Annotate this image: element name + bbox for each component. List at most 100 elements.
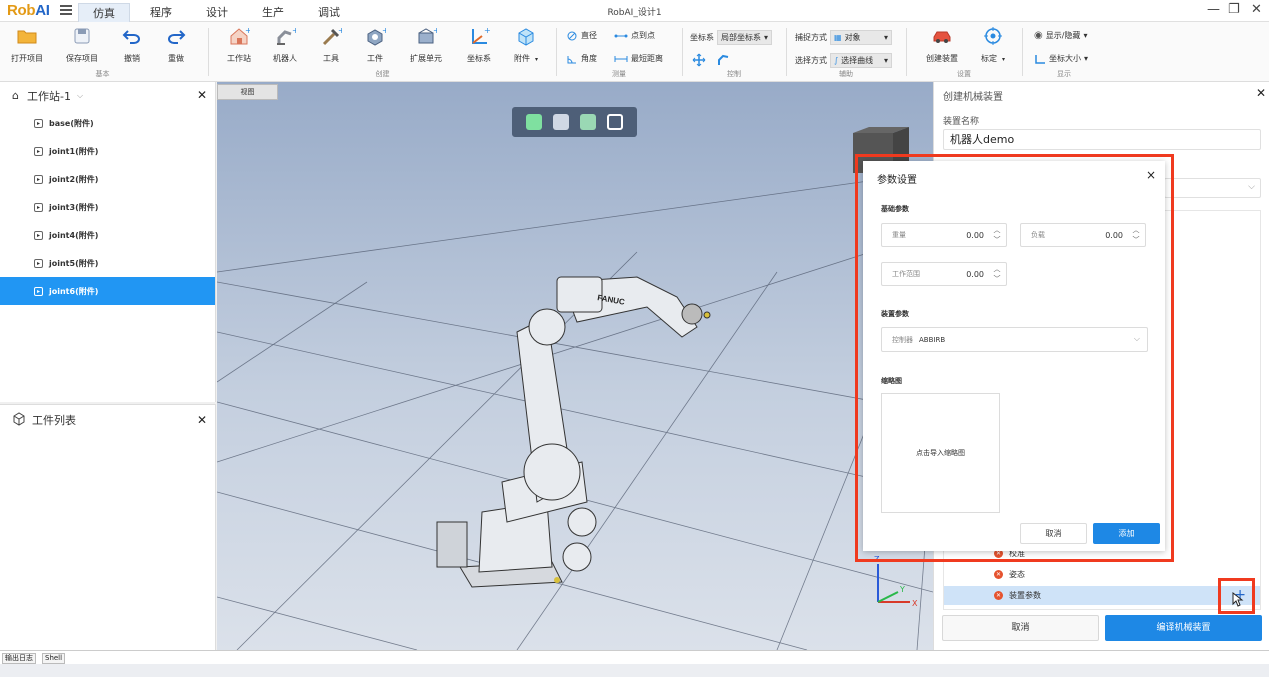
expand-box-icon[interactable]: ▸ [34, 230, 43, 240]
3d-viewport[interactable]: 视图 FANUC Z X Y [217, 82, 933, 650]
ribbon-divider [906, 28, 907, 76]
mouse-cursor-icon [1232, 592, 1244, 607]
tree-header[interactable]: ⌂ 工作站-1 ⌵ ✕ [0, 82, 215, 109]
device-type-select[interactable]: ⌵ [1164, 178, 1261, 198]
stepper-arrows-icon[interactable]: ︿ ﹀ [991, 225, 1003, 245]
coord-size-button[interactable]: 坐标大小 ▾ [1034, 53, 1088, 64]
svg-text:+: + [338, 26, 342, 35]
tree-item[interactable]: ▸ joint5(附件) [0, 249, 215, 277]
svg-text:X: X [912, 599, 918, 608]
folder-icon [16, 25, 38, 47]
create-device-button[interactable]: 创建装置 [922, 25, 962, 64]
chevron-down-icon: ▾ [764, 33, 769, 42]
extension-unit-button[interactable]: + 扩展单元 [404, 25, 448, 64]
attachment-button[interactable]: 附件 ▾ [506, 25, 546, 64]
title-bar: RobAI 仿真 程序 设计 生产 调试 RobAI_设计1 — ❐ ✕ [0, 0, 1269, 22]
work-range-field[interactable]: 工作范围 0.00 ︿ ﹀ [881, 262, 1007, 286]
measure-min-distance-button[interactable]: 最短距离 [614, 53, 663, 64]
workpiece-button[interactable]: + 工件 [360, 25, 390, 64]
panel-title: 创建机械装置 [943, 92, 1003, 103]
tree-item[interactable]: ▸ joint1(附件) [0, 137, 215, 165]
curve-icon: ∫ [834, 56, 839, 65]
chevron-down-icon[interactable]: ▾ [1002, 56, 1005, 63]
expand-box-icon[interactable]: ▸ [34, 258, 43, 268]
device-name-label: 装置名称 [943, 117, 980, 127]
expand-box-icon[interactable]: ▸ [34, 118, 43, 128]
coordinate-icon: + [468, 25, 490, 47]
compile-mechanism-button[interactable]: 编译机械装置 [1105, 615, 1262, 641]
measure-point-to-point-button[interactable]: 点到点 [614, 30, 655, 41]
chevron-down-icon[interactable]: ▾ [535, 56, 538, 63]
tree-item[interactable]: ▸ joint2(附件) [0, 165, 215, 193]
expand-box-icon[interactable]: ▸ [34, 146, 43, 156]
cube-icon [12, 411, 26, 429]
expand-box-icon[interactable]: ▸ [34, 174, 43, 184]
redo-icon [165, 25, 187, 47]
expand-box-icon[interactable]: ▸ [34, 286, 43, 296]
redo-button[interactable]: 重做 [162, 25, 190, 64]
open-project-button[interactable]: 打开项目 [8, 25, 46, 64]
device-name-input[interactable]: 机器人demo [943, 129, 1261, 150]
ribbon-toolbar: 打开项目 保存项目 撤销 重做 基本 + 工作站 + 机器人 + 工具 + 工件… [0, 22, 1269, 82]
load-field[interactable]: 负载 0.00 ︿ ﹀ [1020, 223, 1146, 247]
tree-item[interactable]: ▸ base(附件) [0, 109, 215, 137]
tree-item[interactable]: ▸ joint6(附件) [0, 277, 215, 305]
robot-jog-icon [718, 54, 729, 65]
bottom-tab-bar: 输出日志 Shell [0, 650, 1269, 664]
thumbnail-import-area[interactable]: 点击导入缩略图 [881, 393, 1000, 513]
tab-output-log[interactable]: 输出日志 [2, 653, 36, 664]
axis-gizmo: Z X Y [874, 555, 918, 608]
coordinate-system-button[interactable]: + 坐标系 [462, 25, 496, 64]
ribbon-divider [556, 28, 557, 76]
controller-select[interactable]: 控制器 ABBIRB ⌵ [881, 327, 1148, 352]
group-label-settings: 设置 [957, 70, 971, 78]
undo-button[interactable]: 撤销 [118, 25, 146, 64]
workstation-tree-panel: ⌂ 工作站-1 ⌵ ✕ ▸ base(附件) ▸ joint1(附件) ▸ joint2(… [0, 82, 216, 402]
close-icon[interactable]: ✕ [197, 413, 207, 427]
tree-item[interactable]: ▸ joint4(附件) [0, 221, 215, 249]
close-window-button[interactable]: ✕ [1251, 2, 1262, 17]
coordinate-system-select[interactable]: 坐标系 局部坐标系 ▾ [690, 30, 773, 45]
robot-model[interactable]: FANUC [217, 82, 933, 650]
capture-mode-select[interactable]: 捕捉方式 ▦ 对象 ▾ [795, 30, 892, 45]
chevron-down-icon[interactable]: ⌵ [77, 91, 83, 101]
list-item-device-params[interactable]: ✕ 装置参数 + [944, 586, 1260, 605]
show-hide-button[interactable]: ◉ 显示/隐藏 ▾ [1034, 30, 1087, 41]
minimize-button[interactable]: — [1207, 2, 1220, 17]
remove-icon[interactable]: ✕ [994, 570, 1003, 579]
stepper-arrows-icon[interactable]: ︿ ﹀ [991, 264, 1003, 284]
parameter-settings-dialog: 参数设置 × 基础参数 重量 0.00 ︿ ﹀ 负载 0.00 ︿ ﹀ 工作范围 0.00… [863, 161, 1165, 551]
save-project-button[interactable]: 保存项目 [64, 25, 100, 64]
tab-shell[interactable]: Shell [42, 653, 66, 664]
dialog-cancel-button[interactable]: 取消 [1020, 523, 1087, 544]
close-icon[interactable]: × [1146, 168, 1156, 182]
measure-angle-button[interactable]: 角度 [566, 53, 597, 64]
dialog-add-button[interactable]: 添加 [1093, 523, 1160, 544]
close-icon[interactable]: ✕ [1256, 86, 1266, 100]
weight-field[interactable]: 重量 0.00 ︿ ﹀ [881, 223, 1007, 247]
workstation-button[interactable]: + 工作站 [222, 25, 256, 64]
robot-button[interactable]: + 机器人 [268, 25, 302, 64]
window-title: RobAI_设计1 [607, 8, 662, 18]
remove-icon[interactable]: ✕ [994, 591, 1003, 600]
calibrate-button[interactable]: 标定 ▾ [976, 25, 1010, 64]
tool-button[interactable]: + 工具 [316, 25, 346, 64]
group-label-control: 控制 [727, 70, 741, 78]
svg-text:+: + [433, 26, 437, 35]
list-item-pose[interactable]: ✕ 姿态 [944, 565, 1260, 584]
robot-icon: + [274, 25, 296, 47]
move-control-button[interactable] [692, 53, 706, 67]
grid-icon: ▦ [834, 33, 842, 42]
measure-diameter-button[interactable]: 直径 [566, 30, 597, 41]
close-icon[interactable]: ✕ [197, 88, 207, 102]
cancel-button[interactable]: 取消 [942, 615, 1099, 641]
tree-item[interactable]: ▸ joint3(附件) [0, 193, 215, 221]
min-distance-icon [614, 55, 628, 62]
select-mode-select[interactable]: 选择方式 ∫ 选择曲线 ▾ [795, 53, 892, 68]
maximize-button[interactable]: ❐ [1228, 2, 1240, 17]
expand-box-icon[interactable]: ▸ [34, 202, 43, 212]
stepper-arrows-icon[interactable]: ︿ ﹀ [1130, 225, 1142, 245]
robot-jog-button[interactable] [716, 53, 730, 67]
tree-item-label: base(附件) [49, 118, 94, 128]
point-to-point-icon [614, 34, 628, 37]
